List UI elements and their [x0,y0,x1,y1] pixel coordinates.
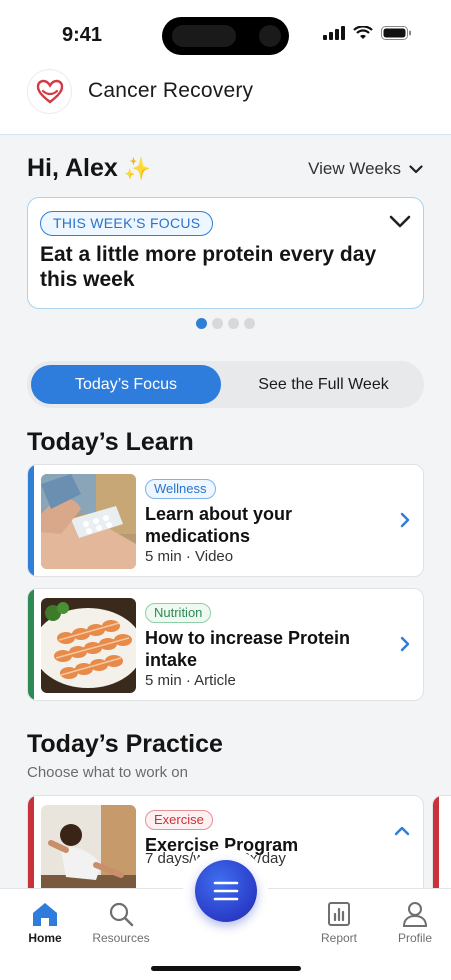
chevron-up-icon[interactable] [394,826,410,836]
menu-fab-button[interactable] [194,859,257,922]
nav-resources-label: Resources [92,931,150,945]
signal-icon [323,26,345,40]
carousel-dot[interactable] [228,318,239,329]
app-header: Cancer Recovery [0,62,451,135]
medications-image [41,474,136,569]
weekly-focus-card[interactable]: THIS WEEK’S FOCUS Eat a little more prot… [27,197,424,309]
carousel-dots[interactable] [196,318,255,329]
carousel-dot[interactable] [212,318,223,329]
greeting-text: Hi, Alex [27,154,118,182]
person-icon [402,902,428,927]
nav-home[interactable]: Home [5,901,85,945]
nav-home-label: Home [28,931,62,945]
weekly-focus-pill: THIS WEEK’S FOCUS [40,211,214,236]
focus-segmented-control: Today’s Focus See the Full Week [27,361,424,408]
practice-section-title: Today’s Practice [27,730,223,758]
card-meta: 5 min · Video [145,548,234,565]
status-bar: 9:41 [0,0,451,62]
chevron-down-icon[interactable] [389,215,411,229]
heart-hands-icon [27,69,72,114]
card-title: Learn about your medications [145,504,293,546]
nav-profile-label: Profile [397,931,432,945]
report-chart-icon [328,902,350,926]
nav-resources[interactable]: Resources [81,901,161,945]
tag-nutrition: Nutrition [145,603,212,623]
card-title: How to increase Protein intake [145,628,351,670]
wifi-icon [353,26,373,39]
battery-icon [381,26,411,40]
nav-report-label: Report [320,931,358,945]
carousel-dot[interactable] [244,318,255,329]
carousel-dot[interactable] [196,318,207,329]
greeting: Hi, Alex ✨ [27,154,151,183]
tab-todays-focus[interactable]: Today’s Focus [31,365,221,404]
sparkle-icon: ✨ [123,155,152,181]
app-title: Cancer Recovery [88,79,254,102]
chevron-down-icon [409,164,423,173]
chevron-right-icon [400,512,410,528]
nav-profile[interactable]: Profile [375,901,451,945]
search-icon [109,902,134,927]
view-weeks-label: View Weeks [308,159,401,178]
learn-card-medications[interactable]: Wellness Learn about your medications 5 … [27,464,424,577]
card-meta: 5 min · Article [145,672,236,689]
chevron-right-icon [400,636,410,652]
exercise-image [41,805,136,900]
card-accent [28,589,34,700]
view-weeks-button[interactable]: View Weeks [308,159,423,179]
learn-section-title: Today’s Learn [27,428,194,456]
practice-subtitle: Choose what to work on [27,764,188,781]
status-time: 9:41 [62,24,103,46]
nav-report[interactable]: Report [299,901,379,945]
home-icon [33,903,57,926]
dynamic-island [162,17,289,55]
tag-exercise: Exercise [145,810,213,830]
learn-card-protein[interactable]: Nutrition How to increase Protein intake… [27,588,424,701]
status-icons [323,26,411,40]
home-indicator [151,966,301,971]
weekly-focus-text: Eat a little more protein every day this… [40,243,377,291]
card-accent [28,465,34,576]
shrimp-skewers-image [41,598,136,693]
tab-full-week[interactable]: See the Full Week [227,365,420,404]
menu-icon [213,881,238,900]
menu-fab-wrap [183,848,268,933]
tag-wellness: Wellness [145,479,216,499]
